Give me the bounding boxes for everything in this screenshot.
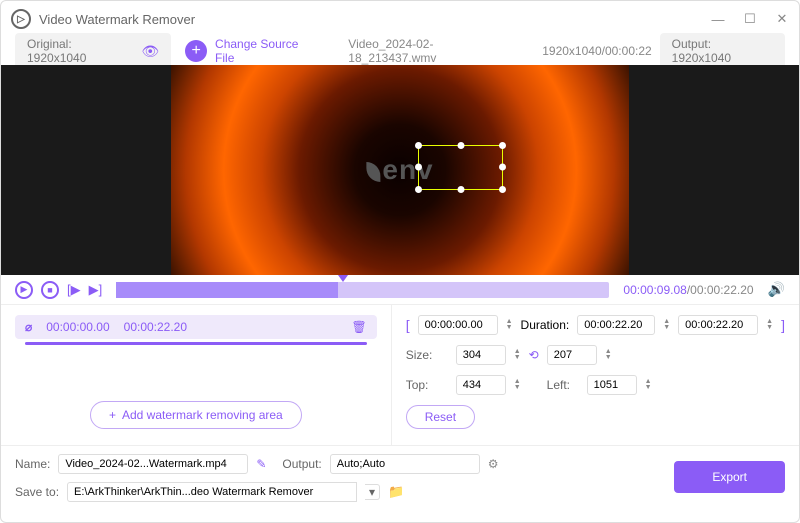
selection-box[interactable] [418, 145, 503, 190]
current-time: 00:00:09.08 [623, 283, 686, 297]
app-title: Video Watermark Remover [39, 12, 195, 27]
file-meta-label: 1920x1040/00:00:22 [542, 44, 651, 58]
handle-icon[interactable] [499, 142, 506, 149]
link-icon[interactable]: ⟲ [529, 348, 539, 362]
stepper[interactable]: ▲▼ [645, 379, 652, 391]
total-time: /00:00:22.20 [687, 283, 754, 297]
segment-row[interactable]: ⌀ 00:00:00.00 00:00:22.20 🗑 [15, 315, 377, 339]
app-logo-icon: ▷ [11, 9, 31, 29]
top-input[interactable] [456, 375, 506, 395]
handle-icon[interactable] [415, 186, 422, 193]
size-width-input[interactable] [456, 345, 506, 365]
timeline-fill [116, 282, 338, 298]
add-watermark-area-button[interactable]: + Add watermark removing area [90, 401, 302, 429]
handle-icon[interactable] [415, 142, 422, 149]
output-format-input[interactable] [330, 454, 480, 474]
delete-segment-button[interactable]: 🗑 [351, 320, 366, 334]
handle-icon[interactable] [457, 186, 464, 193]
stepper[interactable]: ▲▼ [514, 349, 521, 361]
range-start-bracket-icon[interactable]: [ [406, 317, 410, 333]
range-end-input[interactable] [678, 315, 758, 335]
add-source-button[interactable]: + [185, 40, 207, 62]
properties-panel: [ ▲▼ Duration: ▲▼ ▲▼ ] Size: ▲▼ ⟲ ▲▼ Top… [392, 305, 799, 445]
stepper[interactable]: ▲▼ [506, 319, 513, 331]
mark-out-button[interactable]: ▶] [89, 282, 103, 298]
play-button[interactable]: ▶ [15, 281, 33, 299]
save-to-label: Save to: [15, 485, 59, 499]
change-source-link[interactable]: Change Source File [215, 37, 320, 65]
segment-start: 00:00:00.00 [46, 320, 109, 334]
file-name-label: Video_2024-02-18_213437.wmv [348, 37, 520, 65]
playback-controls: ▶ ■ [▶ ▶] 00:00:09.08/00:00:22.20 🔊 [1, 275, 799, 305]
handle-icon[interactable] [415, 164, 422, 171]
toolbar: Original: 1920x1040 👁 + Change Source Fi… [1, 37, 799, 65]
reset-button[interactable]: Reset [406, 405, 475, 429]
range-start-input[interactable] [418, 315, 498, 335]
segment-end: 00:00:22.20 [124, 320, 187, 334]
range-end-bracket-icon[interactable]: ] [781, 317, 785, 333]
add-area-label: Add watermark removing area [122, 408, 283, 422]
export-button[interactable]: Export [674, 461, 785, 493]
eye-icon[interactable]: 👁 [141, 43, 159, 60]
mark-in-button[interactable]: [▶ [67, 282, 81, 298]
size-label: Size: [406, 348, 448, 362]
name-input[interactable] [58, 454, 248, 474]
minimize-button[interactable]: — [711, 12, 725, 26]
title-bar: ▷ Video Watermark Remover — ☐ ✕ [1, 1, 799, 37]
close-button[interactable]: ✕ [775, 12, 789, 26]
volume-icon[interactable]: 🔊 [768, 281, 785, 298]
handle-icon[interactable] [499, 186, 506, 193]
original-size-box: Original: 1920x1040 👁 [15, 33, 171, 69]
handle-icon[interactable] [499, 164, 506, 171]
original-size-label: Original: 1920x1040 [27, 37, 133, 65]
video-preview[interactable]: env [1, 65, 799, 275]
save-path-dropdown[interactable]: ▾ [365, 484, 380, 500]
top-label: Top: [406, 378, 448, 392]
stepper[interactable]: ▲▼ [766, 319, 773, 331]
edit-name-icon[interactable]: ✎ [256, 457, 266, 471]
playhead-icon[interactable] [338, 275, 348, 282]
duration-label: Duration: [521, 318, 570, 332]
stop-button[interactable]: ■ [41, 281, 59, 299]
segments-panel: ⌀ 00:00:00.00 00:00:22.20 🗑 + Add waterm… [1, 305, 392, 445]
plus-icon: + [109, 408, 116, 422]
output-panel: Name: ✎ Output: ⚙ Save to: ▾ 📁 Export [1, 445, 799, 510]
video-frame: env [171, 65, 629, 275]
stepper[interactable]: ▲▼ [514, 379, 521, 391]
open-folder-icon[interactable]: 📁 [388, 484, 404, 500]
stepper[interactable]: ▲▼ [605, 349, 612, 361]
name-label: Name: [15, 457, 50, 471]
left-label: Left: [547, 378, 579, 392]
scissors-icon: ⌀ [25, 320, 32, 334]
maximize-button[interactable]: ☐ [743, 12, 757, 26]
timeline-slider[interactable] [116, 282, 609, 298]
output-size-box: Output: 1920x1040 [660, 33, 785, 69]
stepper[interactable]: ▲▼ [663, 319, 670, 331]
handle-icon[interactable] [457, 142, 464, 149]
left-input[interactable] [587, 375, 637, 395]
segment-bar [25, 342, 367, 345]
output-label: Output: [282, 457, 321, 471]
settings-icon[interactable]: ⚙ [488, 457, 499, 471]
save-path-input[interactable] [67, 482, 357, 502]
duration-input[interactable] [577, 315, 655, 335]
size-height-input[interactable] [547, 345, 597, 365]
